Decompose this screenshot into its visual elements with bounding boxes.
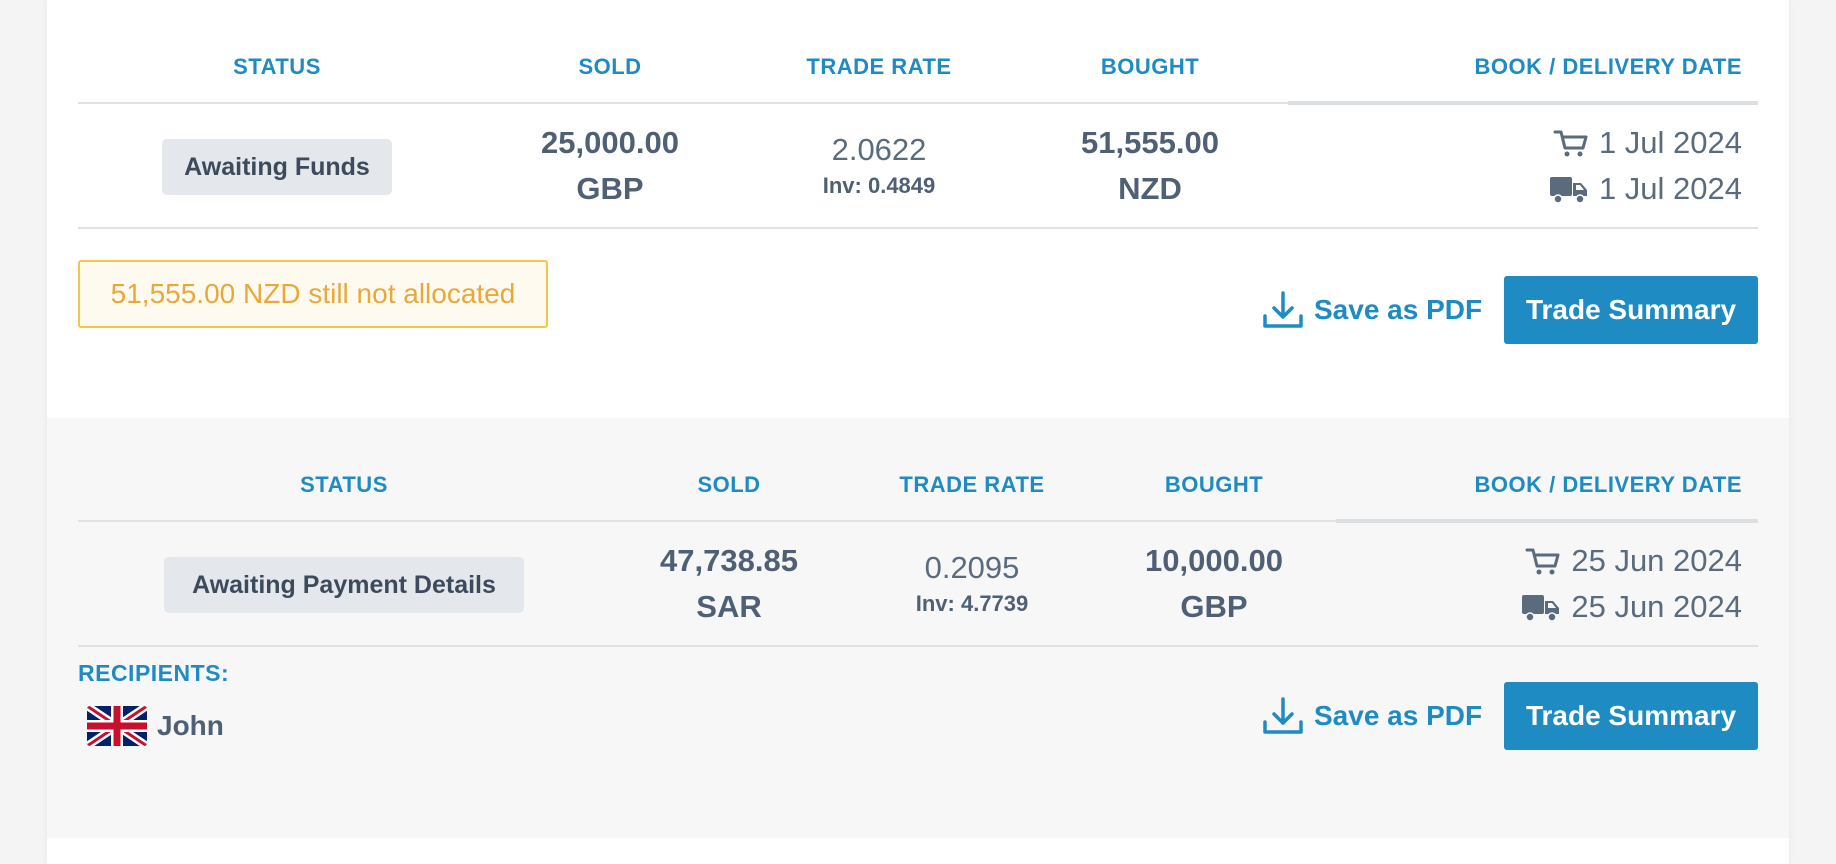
table-row[interactable]: Awaiting Funds 25,000.00 GBP 2.0622 Inv:… bbox=[78, 102, 1758, 229]
bought-value: 51,555.00 bbox=[1081, 125, 1219, 160]
trades-panel: STATUS SOLD TRADE RATE BOUGHT BOOK / DEL… bbox=[47, 0, 1789, 864]
delivery-date: 25 Jun 2024 bbox=[1521, 584, 1742, 630]
bought-amount: 10,000.00 GBP bbox=[1145, 538, 1283, 630]
sold-amount: 25,000.00 GBP bbox=[541, 120, 679, 212]
truck-icon bbox=[1522, 595, 1560, 622]
recipient-item[interactable]: John bbox=[87, 706, 224, 746]
rate-value: 0.2095 bbox=[924, 550, 1020, 585]
header-trade-rate: TRADE RATE bbox=[899, 472, 1045, 497]
trade-card: STATUS SOLD TRADE RATE BOUGHT BOOK / DEL… bbox=[47, 0, 1789, 418]
dates: 25 Jun 2024 25 Jun 2024 bbox=[1521, 538, 1742, 630]
trade-rate: 0.2095 Inv: 4.7739 bbox=[916, 546, 1029, 618]
header-status: STATUS bbox=[300, 472, 388, 497]
save-pdf-link[interactable]: Save as PDF bbox=[1262, 288, 1482, 332]
bought-currency: NZD bbox=[1118, 171, 1182, 206]
recipients-label: RECIPIENTS: bbox=[78, 660, 230, 686]
bought-currency: GBP bbox=[1180, 589, 1248, 624]
allocation-warning: 51,555.00 NZD still not allocated bbox=[78, 260, 548, 328]
delivery-date-text: 25 Jun 2024 bbox=[1571, 589, 1742, 624]
status-badge: Awaiting Funds bbox=[162, 139, 392, 195]
book-date: 1 Jul 2024 bbox=[1549, 120, 1742, 166]
save-pdf-label: Save as PDF bbox=[1314, 294, 1483, 325]
trade-rate: 2.0622 Inv: 0.4849 bbox=[823, 128, 936, 200]
rate-value: 2.0622 bbox=[831, 132, 927, 167]
header-bought: BOUGHT bbox=[1164, 472, 1264, 497]
bought-amount: 51,555.00 NZD bbox=[1081, 120, 1219, 212]
trade-summary-button[interactable]: Trade Summary bbox=[1504, 276, 1758, 344]
sold-value: 25,000.00 bbox=[541, 125, 679, 160]
sold-amount: 47,738.85 SAR bbox=[660, 538, 798, 630]
table-header: STATUS SOLD TRADE RATE BOUGHT BOOK / DEL… bbox=[78, 0, 1758, 105]
download-icon bbox=[1263, 697, 1303, 734]
save-pdf-label: Save as PDF bbox=[1314, 700, 1483, 731]
header-sold: SOLD bbox=[578, 54, 642, 79]
header-sold: SOLD bbox=[697, 472, 761, 497]
sold-value: 47,738.85 bbox=[660, 543, 798, 578]
table-header: STATUS SOLD TRADE RATE BOUGHT BOOK / DEL… bbox=[78, 418, 1758, 523]
download-icon bbox=[1263, 291, 1303, 328]
book-date-text: 1 Jul 2024 bbox=[1598, 125, 1742, 160]
truck-icon bbox=[1549, 177, 1587, 204]
cart-icon bbox=[1525, 548, 1560, 575]
sold-currency: GBP bbox=[576, 171, 644, 206]
delivery-date-text: 1 Jul 2024 bbox=[1598, 171, 1742, 206]
recipient-name: John bbox=[157, 710, 224, 741]
table-row[interactable]: Awaiting Payment Details 47,738.85 SAR 0… bbox=[78, 520, 1758, 647]
cart-icon bbox=[1553, 130, 1588, 157]
inverse-rate: Inv: 4.7739 bbox=[915, 591, 1029, 616]
book-date: 25 Jun 2024 bbox=[1521, 538, 1742, 584]
header-date: BOOK / DELIVERY DATE bbox=[1474, 54, 1742, 79]
header-date: BOOK / DELIVERY DATE bbox=[1474, 472, 1742, 497]
trade-summary-button[interactable]: Trade Summary bbox=[1504, 682, 1758, 750]
delivery-date: 1 Jul 2024 bbox=[1549, 166, 1742, 212]
inverse-rate: Inv: 0.4849 bbox=[822, 173, 936, 198]
header-status: STATUS bbox=[233, 54, 321, 79]
uk-flag-icon bbox=[87, 706, 147, 746]
sold-currency: SAR bbox=[696, 589, 762, 624]
save-pdf-link[interactable]: Save as PDF bbox=[1262, 694, 1482, 738]
dates: 1 Jul 2024 1 Jul 2024 bbox=[1549, 120, 1742, 212]
header-trade-rate: TRADE RATE bbox=[806, 54, 952, 79]
header-bought: BOUGHT bbox=[1100, 54, 1200, 79]
bought-value: 10,000.00 bbox=[1145, 543, 1283, 578]
trade-card: STATUS SOLD TRADE RATE BOUGHT BOOK / DEL… bbox=[47, 418, 1789, 838]
status-badge: Awaiting Payment Details bbox=[164, 557, 524, 613]
book-date-text: 25 Jun 2024 bbox=[1571, 543, 1742, 578]
